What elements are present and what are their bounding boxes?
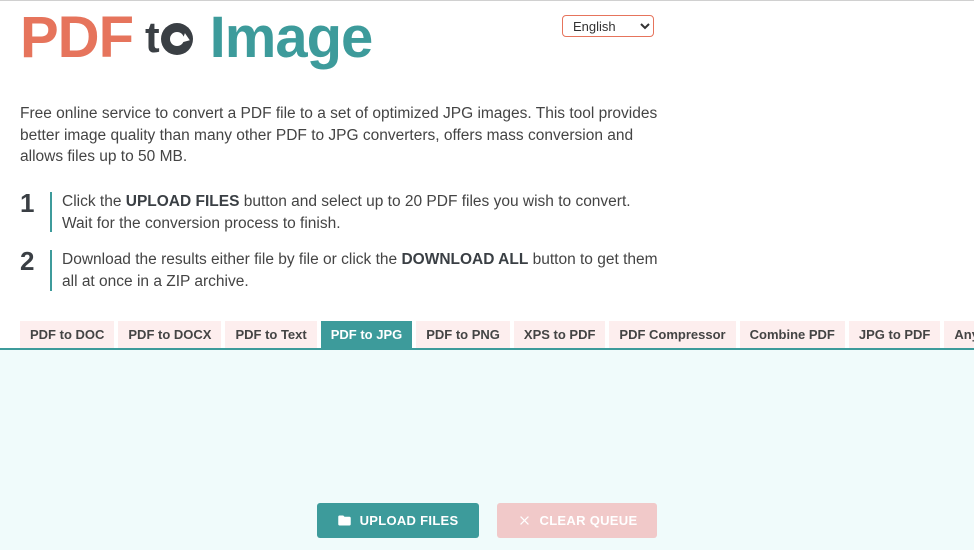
tab-pdf-to-doc[interactable]: PDF to DOC: [20, 321, 114, 348]
upload-files-button[interactable]: UPLOAD FILES: [317, 503, 479, 538]
step-2: 2 Download the results either file by fi…: [20, 248, 660, 292]
folder-icon: [337, 513, 352, 528]
page-description: Free online service to convert a PDF fil…: [20, 103, 680, 168]
step-divider: [50, 192, 52, 232]
tab-pdf-to-png[interactable]: PDF to PNG: [416, 321, 510, 348]
upload-dropzone[interactable]: UPLOAD FILES CLEAR QUEUE: [0, 350, 974, 550]
clear-queue-button[interactable]: CLEAR QUEUE: [497, 503, 658, 538]
close-icon: [517, 513, 532, 528]
tab-any-to-pdf[interactable]: Any to PDF: [944, 321, 974, 348]
tab-pdf-to-jpg[interactable]: PDF to JPG: [321, 321, 413, 348]
logo-part-pdf: PDF: [20, 9, 133, 67]
logo-part-to: t: [145, 16, 193, 60]
upload-button-label: UPLOAD FILES: [360, 513, 459, 528]
logo: PDF t Image: [20, 9, 372, 67]
tab-jpg-to-pdf[interactable]: JPG to PDF: [849, 321, 941, 348]
steps-list: 1 Click the UPLOAD FILES button and sele…: [20, 190, 660, 293]
logo-part-image: Image: [210, 9, 373, 67]
step-number: 2: [20, 248, 44, 274]
step-text: Click the UPLOAD FILES button and select…: [62, 190, 660, 234]
convert-icon: [161, 23, 193, 55]
tab-pdf-to-docx[interactable]: PDF to DOCX: [118, 321, 221, 348]
step-number: 1: [20, 190, 44, 216]
tab-pdf-to-text[interactable]: PDF to Text: [225, 321, 316, 348]
step-text: Download the results either file by file…: [62, 248, 660, 292]
tab-xps-to-pdf[interactable]: XPS to PDF: [514, 321, 606, 348]
tab-pdf-compressor[interactable]: PDF Compressor: [609, 321, 735, 348]
clear-button-label: CLEAR QUEUE: [540, 513, 638, 528]
tab-combine-pdf[interactable]: Combine PDF: [740, 321, 845, 348]
step-divider: [50, 250, 52, 290]
conversion-tabs: PDF to DOC PDF to DOCX PDF to Text PDF t…: [0, 321, 974, 350]
language-select[interactable]: English: [562, 15, 654, 37]
step-1: 1 Click the UPLOAD FILES button and sele…: [20, 190, 660, 234]
